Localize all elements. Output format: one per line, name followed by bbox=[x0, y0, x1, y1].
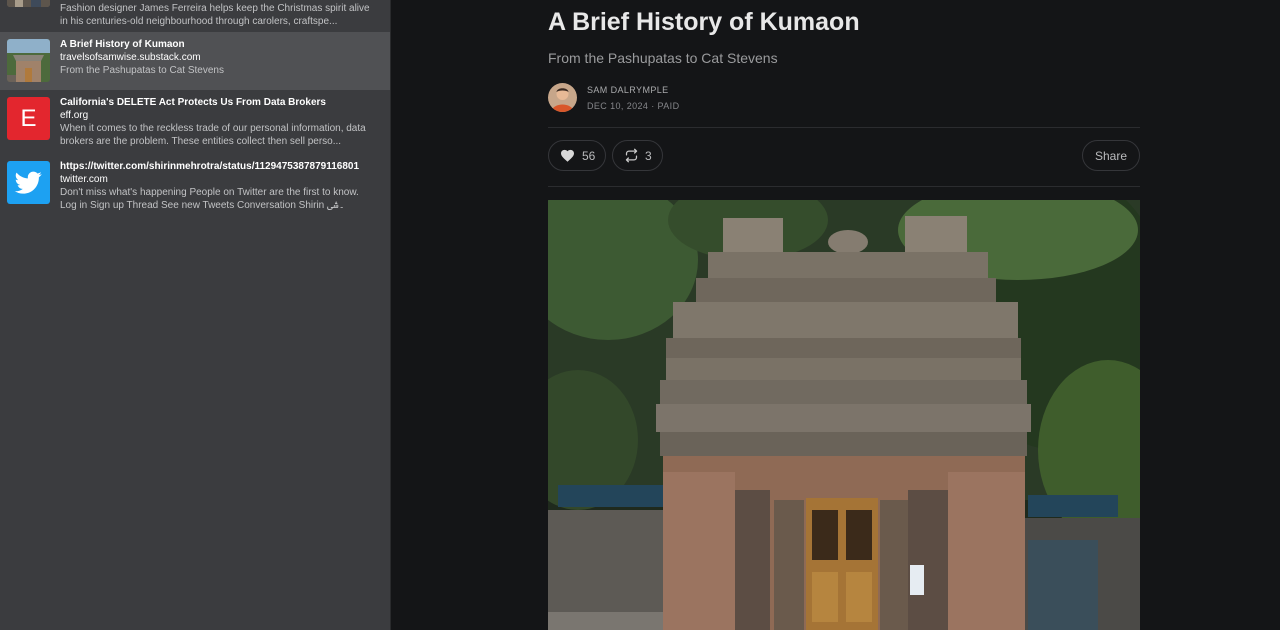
item-title: https://twitter.com/shirinmehrotra/statu… bbox=[60, 161, 360, 172]
item-title: California's DELETE Act Protects Us From… bbox=[60, 97, 326, 108]
reading-list-sidebar: Fashion designer James Ferreira helps ke… bbox=[0, 0, 391, 630]
item-excerpt: Don't miss what's happening People on Tw… bbox=[60, 187, 359, 211]
article-thumbnail bbox=[7, 0, 50, 7]
divider bbox=[548, 186, 1140, 187]
eff-logo-letter: E bbox=[20, 105, 37, 132]
item-excerpt: When it comes to the reckless trade of o… bbox=[60, 123, 366, 147]
item-excerpt: Fashion designer James Ferreira helps ke… bbox=[60, 3, 370, 27]
list-item[interactable]: https://twitter.com/shirinmehrotra/statu… bbox=[0, 152, 390, 230]
list-item-selected[interactable]: A Brief History of Kumaon travelsofsamwi… bbox=[0, 32, 390, 90]
twitter-bird-icon bbox=[7, 161, 50, 204]
restack-count: 3 bbox=[645, 148, 652, 163]
list-item[interactable]: E California's DELETE Act Protects Us Fr… bbox=[0, 90, 390, 152]
article-thumbnail bbox=[7, 39, 50, 82]
author-avatar[interactable] bbox=[548, 83, 577, 112]
article-subtitle: From the Pashupatas to Cat Stevens bbox=[548, 50, 778, 66]
item-domain: twitter.com bbox=[60, 174, 108, 185]
divider bbox=[548, 127, 1140, 128]
item-domain: travelsofsamwise.substack.com bbox=[60, 52, 201, 63]
restack-icon bbox=[624, 148, 639, 163]
heart-icon bbox=[560, 149, 575, 162]
eff-logo-icon: E bbox=[7, 97, 50, 140]
like-button[interactable]: 56 bbox=[548, 140, 606, 171]
item-excerpt: From the Pashupatas to Cat Stevens bbox=[60, 65, 224, 76]
post-date: DEC 10, 2024 · PAID bbox=[587, 101, 680, 111]
share-label: Share bbox=[1094, 148, 1128, 163]
share-button[interactable]: Share bbox=[1082, 140, 1140, 171]
list-item[interactable]: Fashion designer James Ferreira helps ke… bbox=[0, 0, 390, 32]
item-title: A Brief History of Kumaon bbox=[60, 39, 185, 50]
article-title: A Brief History of Kumaon bbox=[548, 8, 860, 36]
hero-image[interactable] bbox=[548, 200, 1140, 630]
author-name[interactable]: SAM DALRYMPLE bbox=[587, 85, 669, 95]
restack-button[interactable]: 3 bbox=[612, 140, 663, 171]
like-count: 56 bbox=[582, 148, 596, 163]
item-domain: eff.org bbox=[60, 110, 89, 121]
article-view: A Brief History of Kumaon From the Pashu… bbox=[548, 0, 1140, 630]
